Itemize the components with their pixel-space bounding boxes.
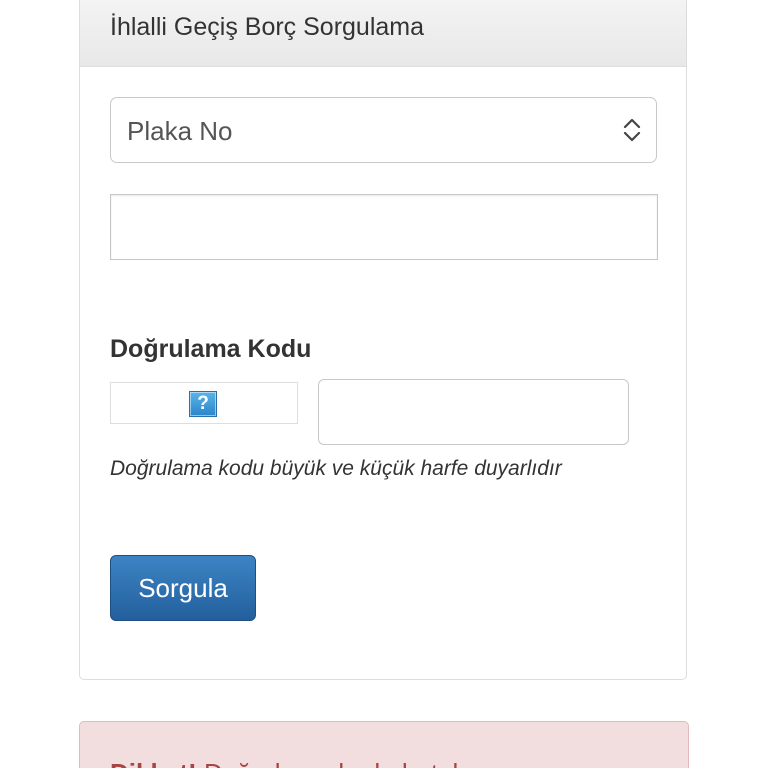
question-mark-icon: ? xyxy=(189,391,217,417)
inquiry-panel: İhlalli Geçiş Borç Sorgulama Plaka No Do… xyxy=(79,0,687,680)
alert-strong: Dikkat! xyxy=(110,758,197,768)
alert-message: Doğrulama kodu hatalı xyxy=(204,758,466,768)
captcha-hint: Doğrulama kodu büyük ve küçük harfe duya… xyxy=(110,457,562,480)
alert-text: Dikkat! Doğrulama kodu hatalı xyxy=(110,758,466,768)
panel-heading: İhlalli Geçiş Borç Sorgulama xyxy=(80,0,686,67)
panel-title: İhlalli Geçiş Borç Sorgulama xyxy=(110,13,425,41)
plate-number-input[interactable] xyxy=(110,194,658,260)
submit-button[interactable]: Sorgula xyxy=(110,555,256,621)
plate-type-select[interactable]: Plaka No xyxy=(110,97,657,163)
captcha-input[interactable] xyxy=(318,379,629,445)
updown-chevron-icon xyxy=(622,116,642,144)
plate-type-select-value: Plaka No xyxy=(127,116,233,146)
captcha-label: Doğrulama Kodu xyxy=(110,335,312,363)
captcha-image: ? xyxy=(110,382,298,424)
error-alert: Dikkat! Doğrulama kodu hatalı xyxy=(79,721,689,768)
page: İhlalli Geçiş Borç Sorgulama Plaka No Do… xyxy=(0,0,768,768)
